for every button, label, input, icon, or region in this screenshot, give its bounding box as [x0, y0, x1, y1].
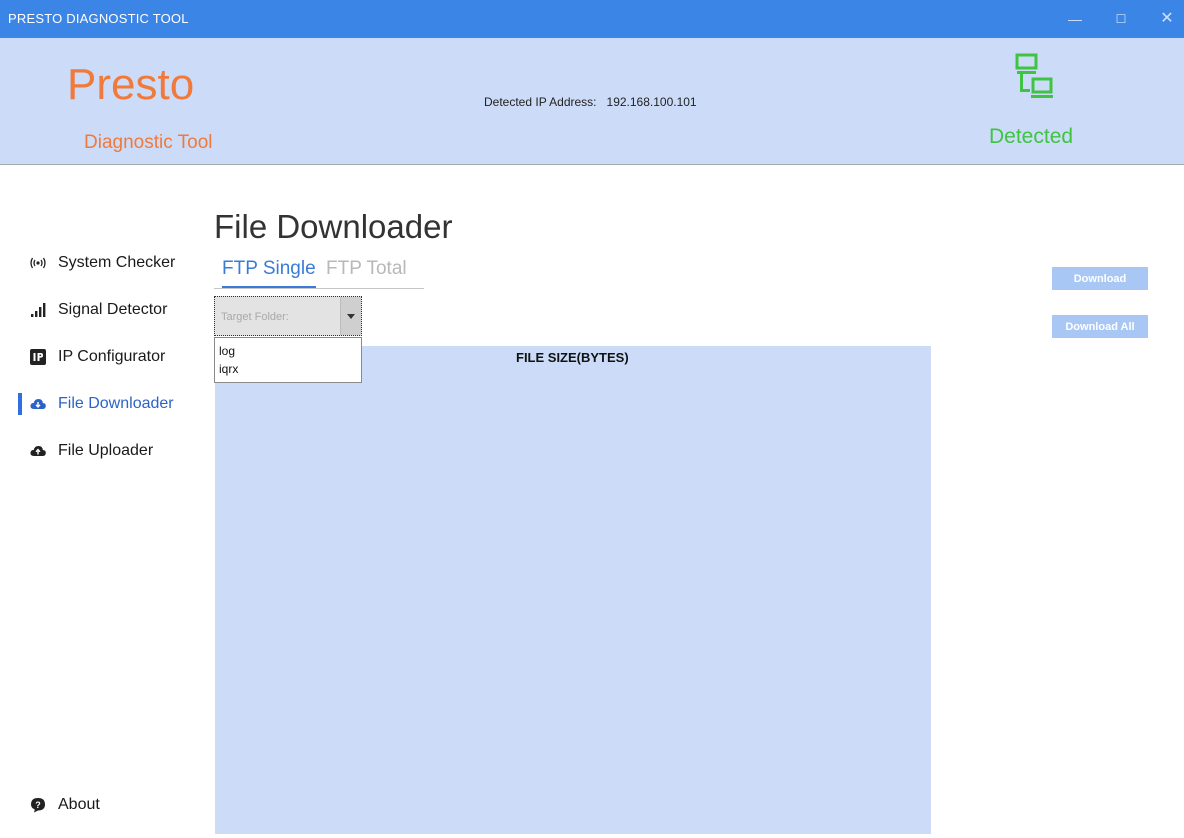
sidebar-item-about[interactable]: ? About [0, 790, 100, 820]
sidebar-item-label: About [58, 796, 100, 813]
info-bubble-icon: ? [30, 797, 46, 813]
detected-ip: Detected IP Address: 192.168.100.101 [484, 95, 697, 109]
signal-bars-icon [30, 302, 46, 318]
maximize-button[interactable]: ☐ [1098, 0, 1144, 38]
cloud-download-icon [30, 396, 46, 412]
ftp-tabs: FTP Single FTP Total [214, 258, 424, 289]
sidebar-item-label: System Checker [58, 254, 176, 271]
dropdown-option-iqrx[interactable]: iqrx [219, 362, 238, 376]
ip-value: 192.168.100.101 [606, 95, 697, 109]
sidebar-item-label: IP Configurator [58, 348, 166, 365]
chevron-down-icon[interactable] [340, 297, 361, 335]
app-header: Presto Diagnostic Tool Detected IP Addre… [0, 38, 1184, 165]
sidebar-item-file-downloader[interactable]: File Downloader [0, 389, 174, 419]
broadcast-icon [30, 255, 46, 271]
download-all-button[interactable]: Download All [1052, 315, 1148, 338]
svg-text:?: ? [35, 800, 41, 810]
sidebar-item-system-checker[interactable]: System Checker [0, 248, 175, 278]
ip-badge-icon [30, 349, 46, 365]
target-folder-dropdown: log iqrx [214, 337, 362, 383]
connection-status: Detected [989, 125, 1074, 148]
sidebar-item-label: Signal Detector [58, 301, 168, 318]
sidebar-item-label: File Downloader [58, 395, 174, 412]
close-button[interactable]: ✕ [1144, 0, 1184, 38]
download-button[interactable]: Download [1052, 267, 1148, 290]
page-title: File Downloader [214, 208, 453, 245]
window-title: PRESTO DIAGNOSTIC TOOL [8, 11, 189, 26]
target-folder-select[interactable]: Target Folder: [214, 296, 362, 336]
title-bar: PRESTO DIAGNOSTIC TOOL — ☐ ✕ [0, 0, 1184, 38]
sidebar-item-ip-configurator[interactable]: IP Configurator [0, 342, 165, 372]
sidebar-item-label: File Uploader [58, 442, 154, 459]
file-list-table: FILE SIZE(BYTES) [215, 346, 931, 834]
cloud-upload-icon [30, 443, 46, 459]
target-folder-placeholder: Target Folder: [221, 311, 289, 323]
sidebar-item-signal-detector[interactable]: Signal Detector [0, 295, 167, 325]
ip-label: Detected IP Address: [484, 95, 597, 109]
tab-ftp-total[interactable]: FTP Total [326, 258, 407, 286]
network-connected-icon [1015, 53, 1053, 98]
tab-ftp-single[interactable]: FTP Single [222, 258, 316, 288]
dropdown-option-log[interactable]: log [219, 344, 235, 358]
sidebar-item-file-uploader[interactable]: File Uploader [0, 436, 153, 466]
column-header-file-size: FILE SIZE(BYTES) [516, 350, 629, 365]
minimize-button[interactable]: — [1052, 0, 1098, 38]
brand-subtitle: Diagnostic Tool [84, 132, 213, 153]
brand-logo-text: Presto [67, 60, 195, 109]
